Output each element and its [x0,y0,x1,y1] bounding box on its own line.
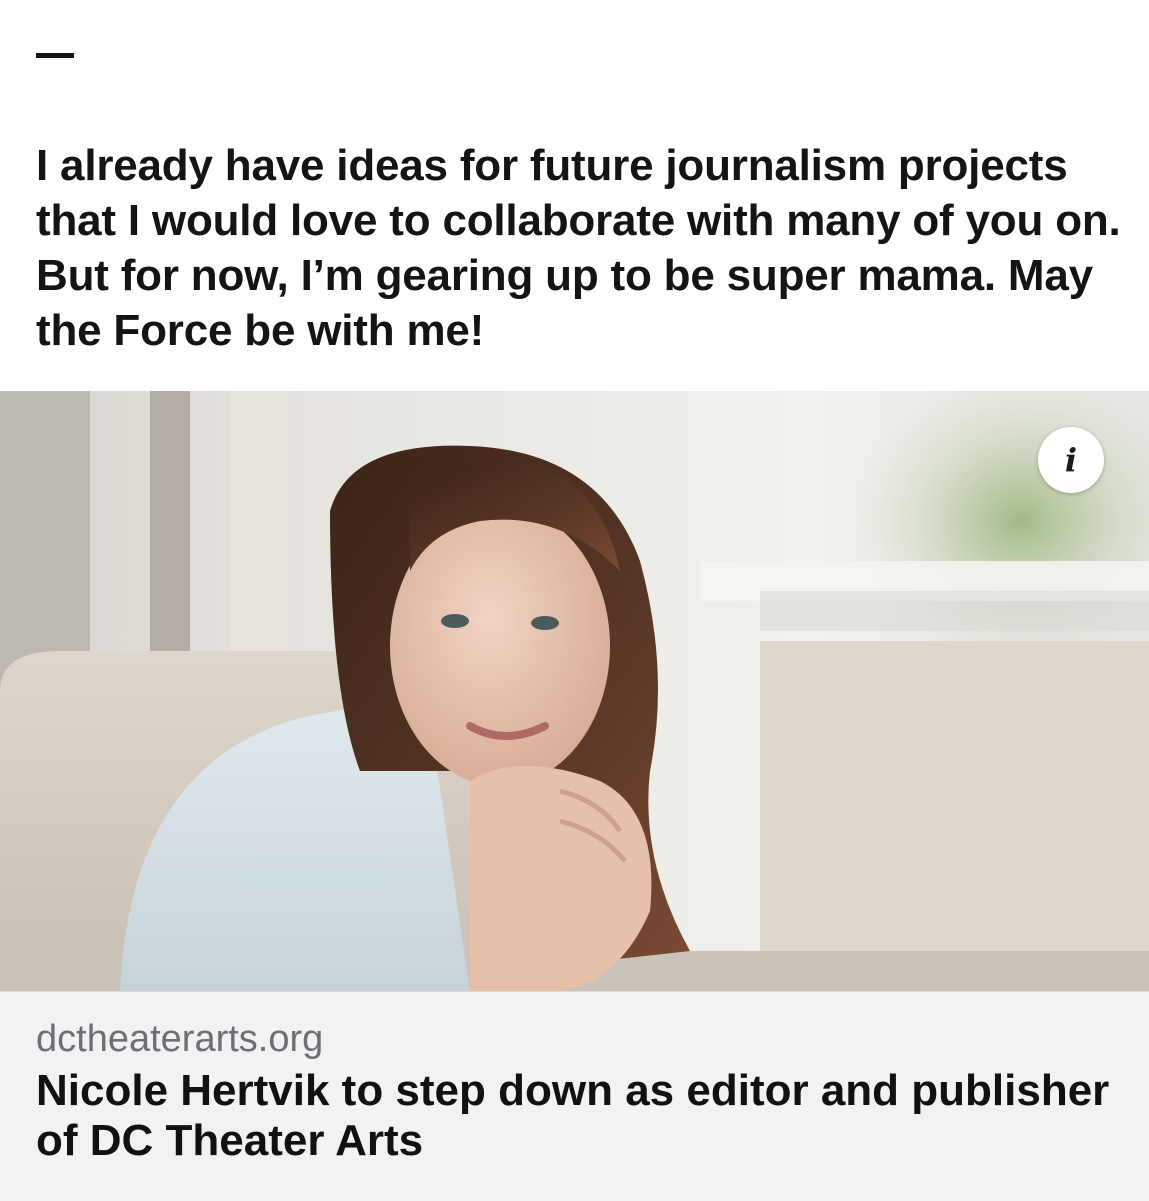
info-icon-glyph: i [1064,441,1078,479]
link-domain: dctheaterarts.org [36,1018,324,1060]
post-body-text: I already have ideas for future journali… [36,141,1121,355]
link-preview-footer[interactable]: dctheaterarts.org Nicole Hertvik to step… [0,991,1149,1201]
info-icon[interactable]: i [1038,427,1104,493]
link-headline[interactable]: Nicole Hertvik to step down as editor an… [36,1066,1116,1166]
link-preview-card[interactable]: i dctheaterarts.org Nicole Hertvik to st… [0,391,1149,1201]
article-photo[interactable]: i [0,391,1149,991]
separator-dash [36,53,74,58]
